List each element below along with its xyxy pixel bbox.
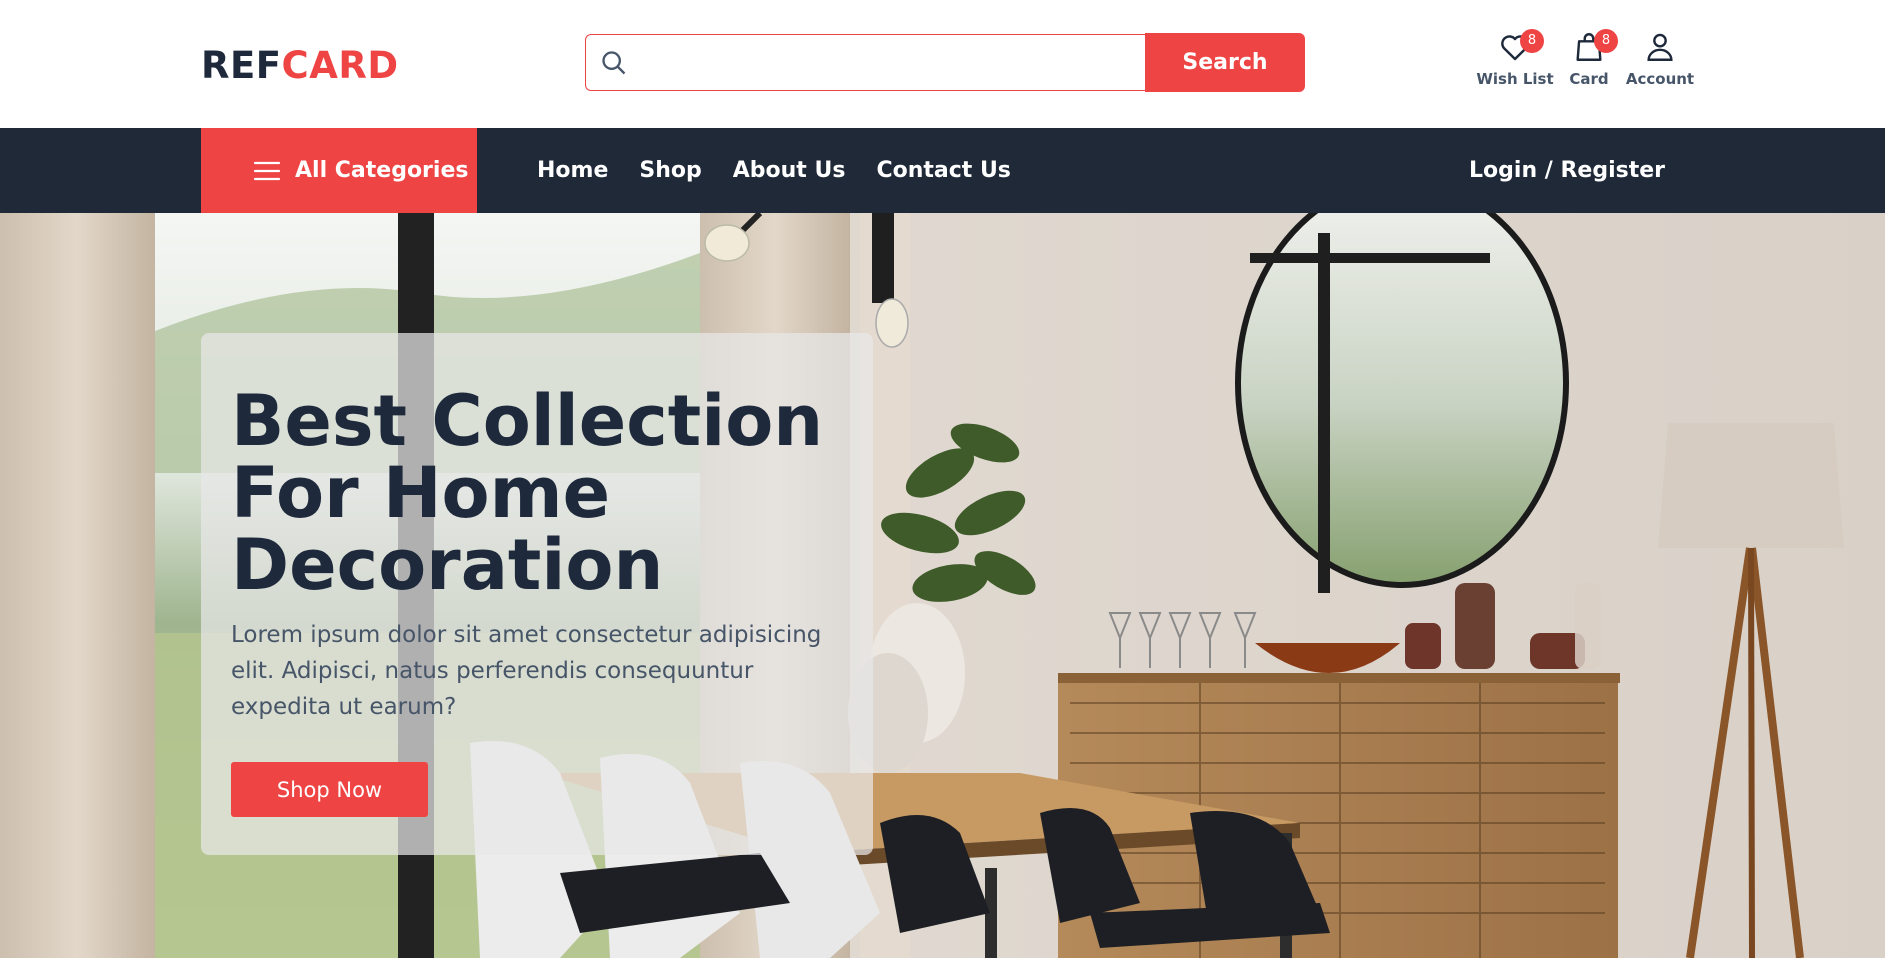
search-field-container <box>585 34 1145 91</box>
search-bar: Search <box>585 33 1305 92</box>
nav-links: Home Shop About Us Contact Us <box>537 128 1011 213</box>
cart-label: Card <box>1569 70 1609 88</box>
hero-banner: Best Collection For Home Decoration Lore… <box>0 213 1885 958</box>
cart-link[interactable]: 8 Card <box>1560 29 1618 88</box>
hero-title-line-2: For Home <box>231 452 611 534</box>
nav-link-contact[interactable]: Contact Us <box>876 158 1010 183</box>
cart-count-badge: 8 <box>1594 29 1618 53</box>
search-input[interactable] <box>638 35 1137 90</box>
logo-text-card: CARD <box>281 44 399 87</box>
site-logo[interactable]: REFCARD <box>201 44 399 87</box>
account-label: Account <box>1625 70 1695 88</box>
account-link[interactable]: Account <box>1624 30 1696 88</box>
main-nav: All Categories Home Shop About Us Contac… <box>0 128 1885 213</box>
search-icon <box>602 51 626 75</box>
wishlist-count-badge: 8 <box>1520 29 1544 53</box>
hero-title-line-1: Best Collection <box>231 380 824 462</box>
nav-link-home[interactable]: Home <box>537 158 608 183</box>
user-icon <box>1647 33 1673 61</box>
wishlist-label: Wish List <box>1476 70 1554 88</box>
hero-title: Best Collection For Home Decoration <box>231 385 851 601</box>
logo-text-ref: REF <box>201 44 282 87</box>
nav-link-about[interactable]: About Us <box>733 158 846 183</box>
hero-title-line-3: Decoration <box>231 524 664 606</box>
search-button[interactable]: Search <box>1145 33 1305 92</box>
shop-now-button[interactable]: Shop Now <box>231 762 428 817</box>
all-categories-label: All Categories <box>295 158 469 183</box>
hero-card: Best Collection For Home Decoration Lore… <box>201 333 873 855</box>
site-header: REFCARD Search 8 Wish List 8 Card Accoun… <box>0 0 1885 128</box>
hero-description: Lorem ipsum dolor sit amet consectetur a… <box>231 622 822 720</box>
wishlist-link[interactable]: 8 Wish List <box>1476 29 1554 88</box>
login-register-link[interactable]: Login / Register <box>1469 128 1665 213</box>
all-categories-button[interactable]: All Categories <box>201 128 477 213</box>
nav-link-shop[interactable]: Shop <box>639 158 701 183</box>
menu-icon <box>253 161 281 180</box>
